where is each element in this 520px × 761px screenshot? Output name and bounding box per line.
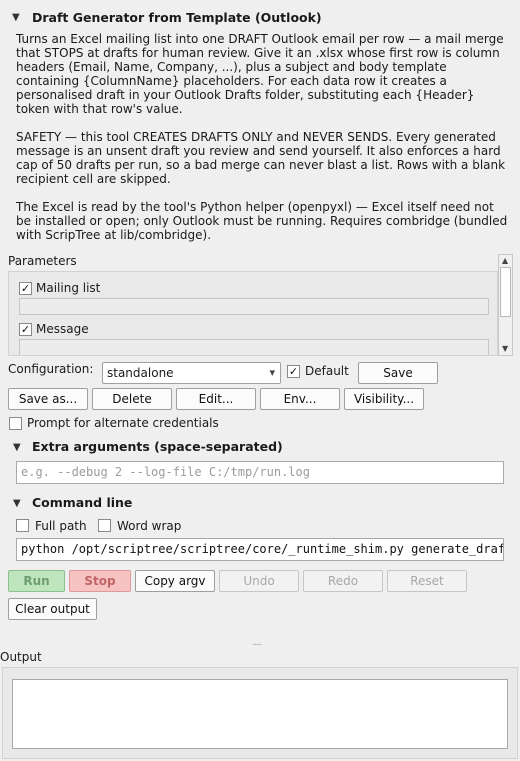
- message-field[interactable]: [19, 339, 489, 355]
- reset-button[interactable]: Reset: [387, 570, 467, 592]
- stop-button[interactable]: Stop: [69, 570, 131, 592]
- mailing-list-field[interactable]: [19, 298, 489, 315]
- mailing-list-checkbox[interactable]: ✓: [19, 282, 32, 295]
- delete-button[interactable]: Delete: [92, 388, 172, 410]
- dropdown-arrow-icon: ▾: [269, 366, 275, 379]
- run-button[interactable]: Run: [8, 570, 65, 592]
- command-line-field[interactable]: python /opt/scriptree/scriptree/core/_ru…: [16, 538, 504, 561]
- output-text-area[interactable]: [12, 679, 508, 749]
- mailing-list-label: Mailing list: [36, 281, 101, 295]
- output-panel: [2, 667, 518, 759]
- configuration-label: Configuration:: [8, 362, 94, 376]
- parameters-scrollbar[interactable]: ▲ ▼: [498, 254, 513, 356]
- description-paragraph: The Excel is read by the tool's Python h…: [16, 200, 508, 242]
- command-line-title: Command line: [32, 495, 133, 510]
- tool-description: Turns an Excel mailing list into one DRA…: [16, 32, 510, 256]
- splitter-handle[interactable]: .....: [252, 638, 262, 648]
- full-path-checkbox[interactable]: [16, 519, 29, 532]
- edit-button[interactable]: Edit...: [176, 388, 256, 410]
- collapse-arrow-icon[interactable]: ▼: [13, 498, 21, 509]
- collapse-arrow-icon[interactable]: ▼: [13, 442, 21, 453]
- description-paragraph: Turns an Excel mailing list into one DRA…: [16, 32, 504, 116]
- configuration-select[interactable]: standalone ▾: [102, 362, 281, 384]
- output-label: Output: [0, 650, 42, 664]
- full-path-label: Full path: [35, 519, 87, 533]
- default-checkbox[interactable]: ✓: [287, 365, 300, 378]
- message-checkbox[interactable]: ✓: [19, 323, 32, 336]
- copy-argv-button[interactable]: Copy argv: [135, 570, 215, 592]
- description-paragraph: SAFETY — this tool CREATES DRAFTS ONLY a…: [16, 130, 506, 186]
- word-wrap-checkbox[interactable]: [98, 519, 111, 532]
- env-button[interactable]: Env...: [260, 388, 340, 410]
- scroll-up-icon[interactable]: ▲: [502, 256, 508, 265]
- redo-button[interactable]: Redo: [303, 570, 383, 592]
- save-as-button[interactable]: Save as...: [8, 388, 88, 410]
- word-wrap-label: Word wrap: [117, 519, 182, 533]
- collapse-arrow-icon[interactable]: ▼: [12, 12, 20, 23]
- configuration-value: standalone: [107, 366, 174, 380]
- message-label: Message: [36, 322, 89, 336]
- scrollbar-thumb[interactable]: [500, 267, 511, 317]
- tool-title: Draft Generator from Template (Outlook): [32, 10, 322, 25]
- extra-arguments-input[interactable]: e.g. --debug 2 --log-file C:/tmp/run.log: [16, 461, 504, 484]
- scroll-down-icon[interactable]: ▼: [502, 344, 508, 353]
- default-label: Default: [305, 364, 349, 378]
- extra-arguments-title: Extra arguments (space-separated): [32, 439, 283, 454]
- parameters-panel: ✓ Mailing list ✓ Message: [8, 271, 498, 356]
- undo-button[interactable]: Undo: [219, 570, 299, 592]
- parameters-label: Parameters: [8, 254, 77, 268]
- save-button[interactable]: Save: [358, 362, 438, 384]
- clear-output-button[interactable]: Clear output: [8, 598, 97, 620]
- prompt-credentials-checkbox[interactable]: [9, 417, 22, 430]
- prompt-credentials-label: Prompt for alternate credentials: [27, 416, 219, 430]
- visibility-button[interactable]: Visibility...: [344, 388, 424, 410]
